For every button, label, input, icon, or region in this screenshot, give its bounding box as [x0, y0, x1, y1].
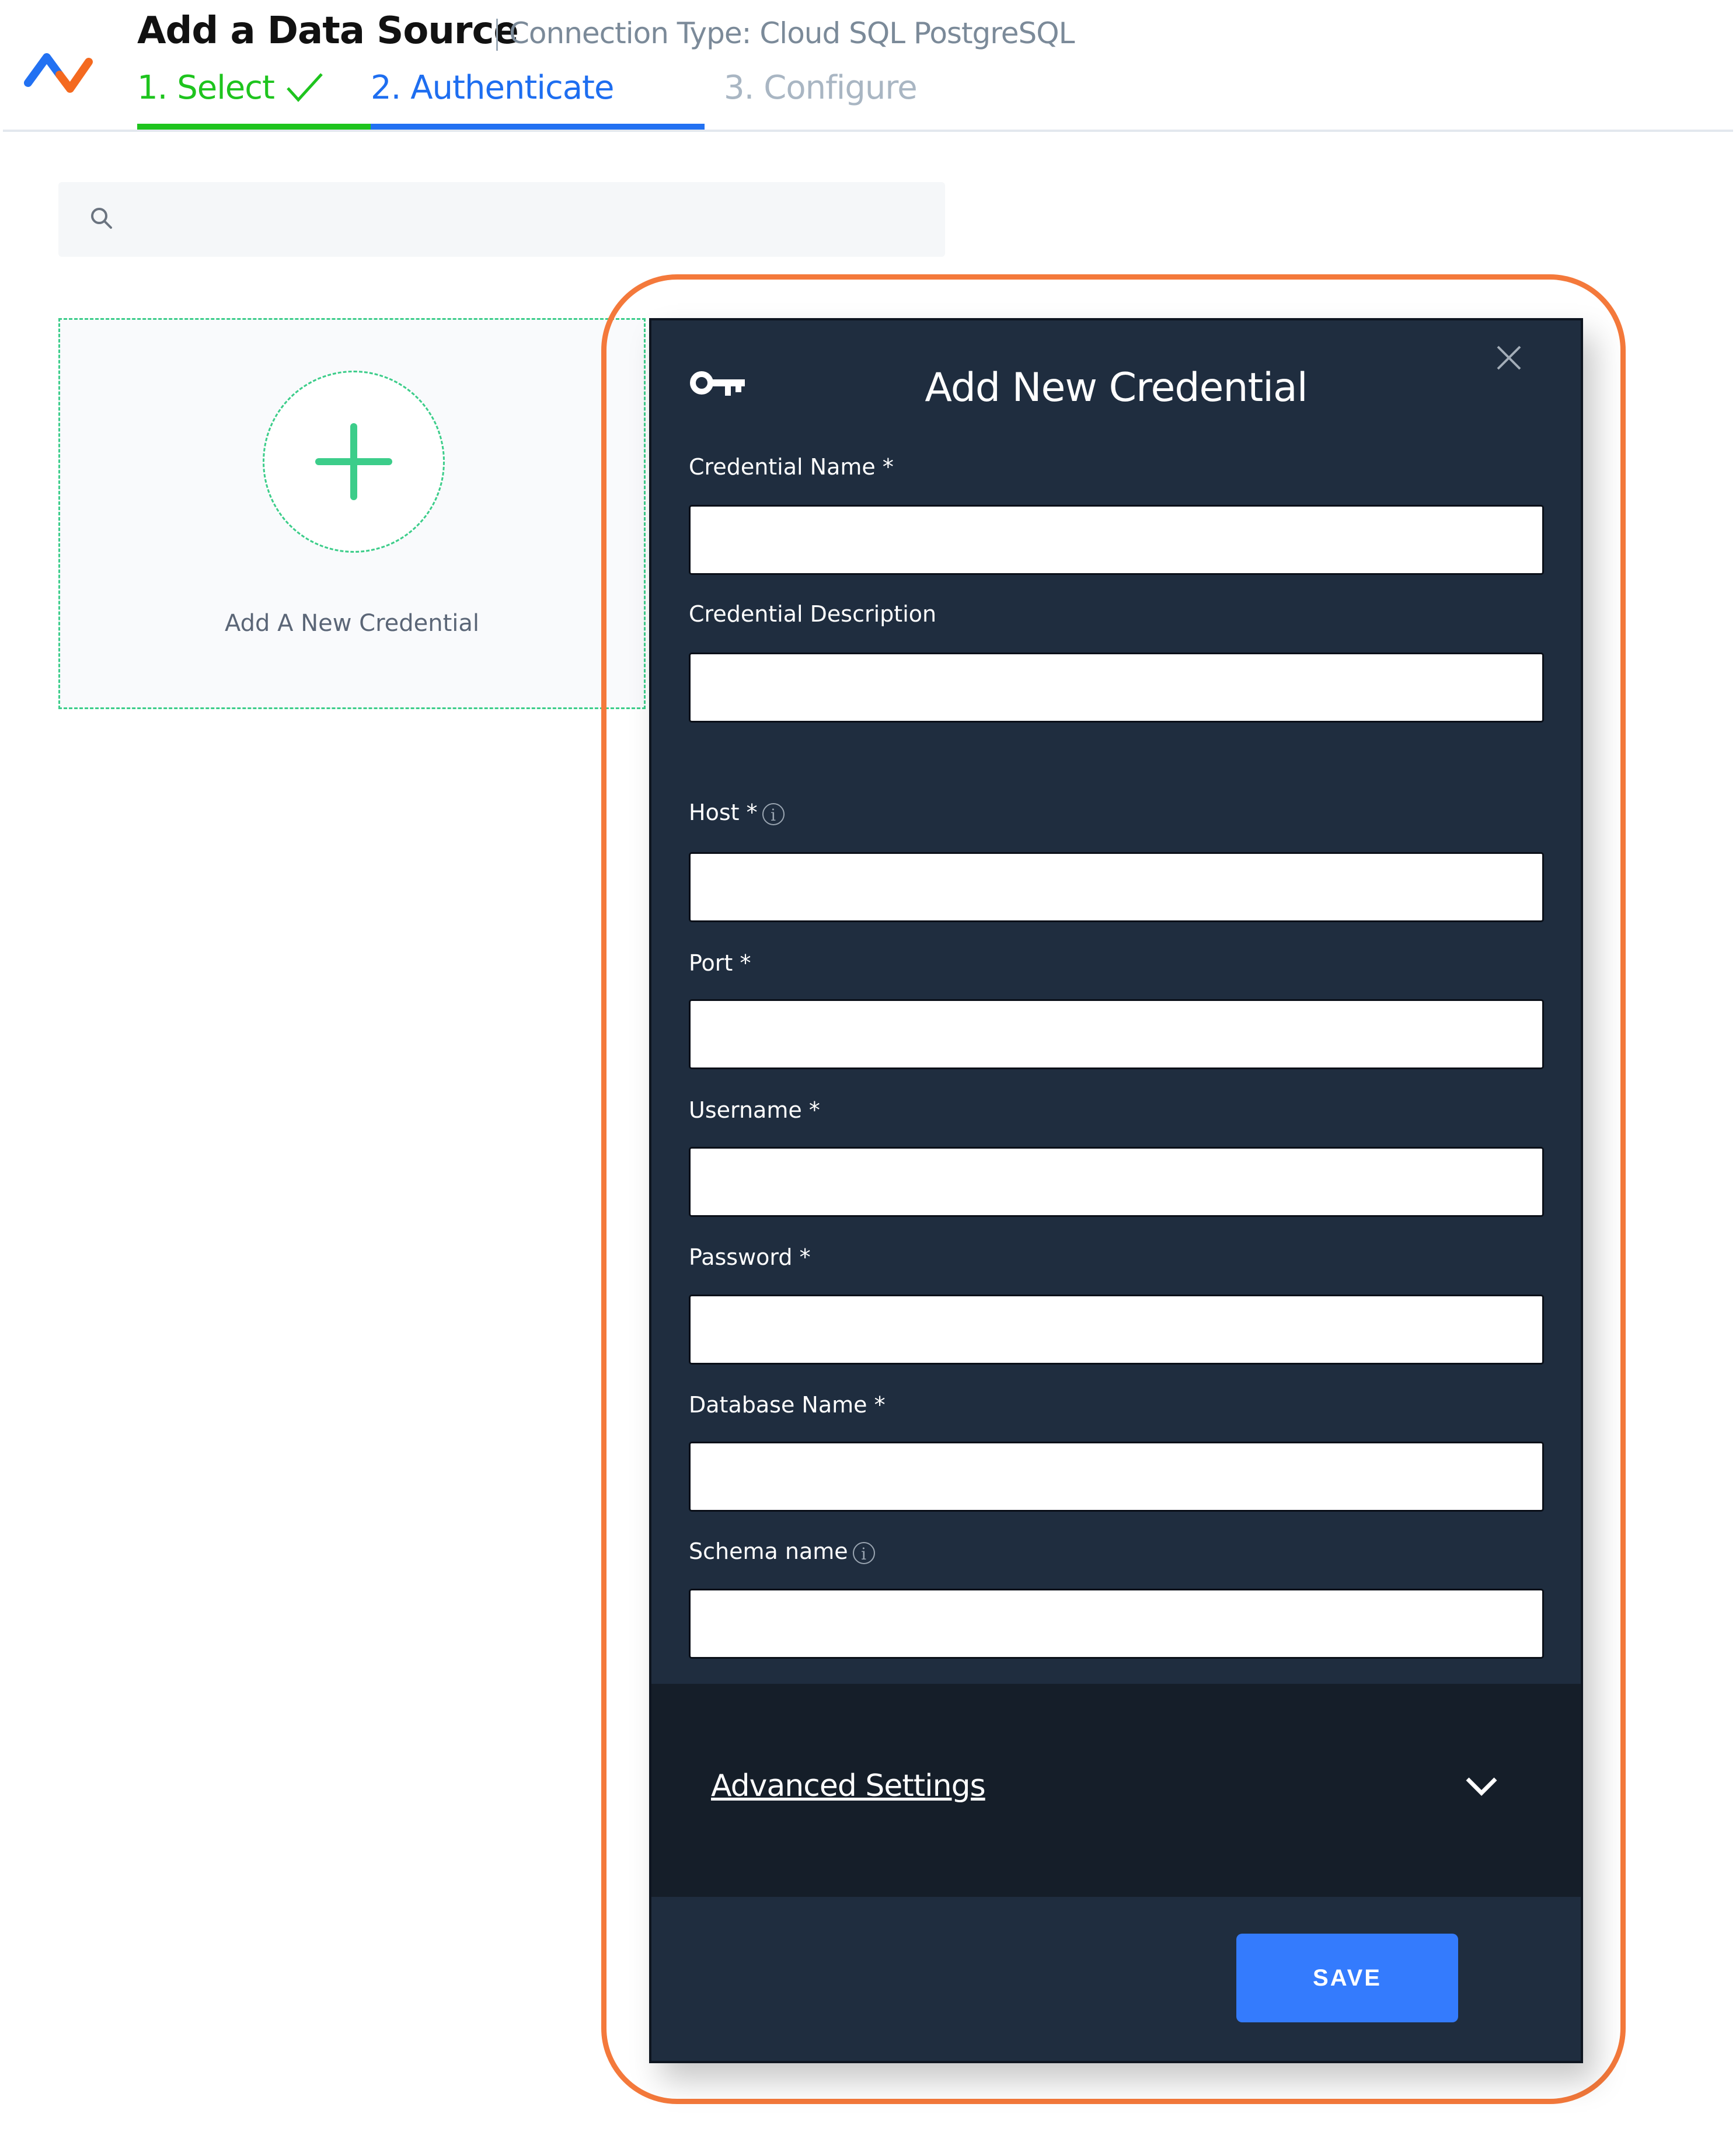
- required-marker: *: [808, 1097, 820, 1123]
- required-marker: *: [740, 950, 751, 976]
- database-name-label: Database Name *: [689, 1392, 886, 1418]
- required-marker: *: [882, 454, 894, 480]
- username-input[interactable]: [689, 1147, 1544, 1217]
- modal-title: Add New Credential: [925, 365, 1308, 411]
- port-input[interactable]: [689, 999, 1544, 1069]
- app-logo-icon: [24, 53, 93, 93]
- label-text: Username: [689, 1097, 802, 1123]
- advanced-settings-toggle[interactable]: Advanced Settings: [711, 1768, 986, 1803]
- credential-name-input[interactable]: [689, 505, 1544, 575]
- plus-icon: [315, 423, 392, 500]
- info-icon[interactable]: i: [852, 1541, 875, 1564]
- add-new-credential-label: Add A New Credential: [224, 610, 480, 637]
- close-icon[interactable]: [1494, 343, 1524, 372]
- host-label: Host * i: [689, 800, 785, 825]
- label-text: Schema name: [689, 1538, 848, 1564]
- step-select[interactable]: 1. Select: [137, 69, 325, 107]
- label-text: Database Name: [689, 1392, 867, 1418]
- required-marker: *: [799, 1244, 811, 1270]
- checkmark-icon: [286, 73, 323, 102]
- credential-name-label: Credential Name *: [689, 454, 894, 480]
- credential-description-input[interactable]: [689, 653, 1544, 723]
- port-label: Port *: [689, 950, 751, 976]
- password-input[interactable]: [689, 1295, 1544, 1365]
- save-button[interactable]: SAVE: [1236, 1934, 1458, 2022]
- step-select-label: 1. Select: [137, 69, 275, 107]
- title-divider: [496, 19, 498, 51]
- search-icon: [91, 208, 112, 229]
- info-icon[interactable]: i: [762, 803, 785, 825]
- step-select-indicator: [137, 124, 371, 130]
- step-authenticate-indicator: [371, 124, 705, 130]
- label-text: Host: [689, 800, 740, 825]
- header-divider: [3, 130, 1733, 132]
- search-input[interactable]: [58, 182, 945, 257]
- username-label: Username *: [689, 1097, 820, 1123]
- label-text: Credential Name: [689, 454, 876, 480]
- required-marker: *: [746, 800, 758, 825]
- schema-name-label: Schema name i: [689, 1538, 875, 1564]
- chevron-down-icon[interactable]: [1464, 1774, 1499, 1798]
- step-authenticate[interactable]: 2. Authenticate: [371, 69, 614, 107]
- label-text: Credential Description: [689, 601, 937, 627]
- required-marker: *: [874, 1392, 886, 1418]
- credential-description-label: Credential Description: [689, 601, 936, 627]
- step-configure[interactable]: 3. Configure: [724, 69, 918, 107]
- database-name-input[interactable]: [689, 1442, 1544, 1512]
- host-input[interactable]: [689, 852, 1544, 922]
- page-title: Add a Data Source: [137, 9, 519, 53]
- schema-name-input[interactable]: [689, 1589, 1544, 1659]
- label-text: Port: [689, 950, 733, 976]
- label-text: Password: [689, 1244, 793, 1270]
- connection-type-label: Connection Type: Cloud SQL PostgreSQL: [509, 16, 1075, 50]
- password-label: Password *: [689, 1244, 811, 1270]
